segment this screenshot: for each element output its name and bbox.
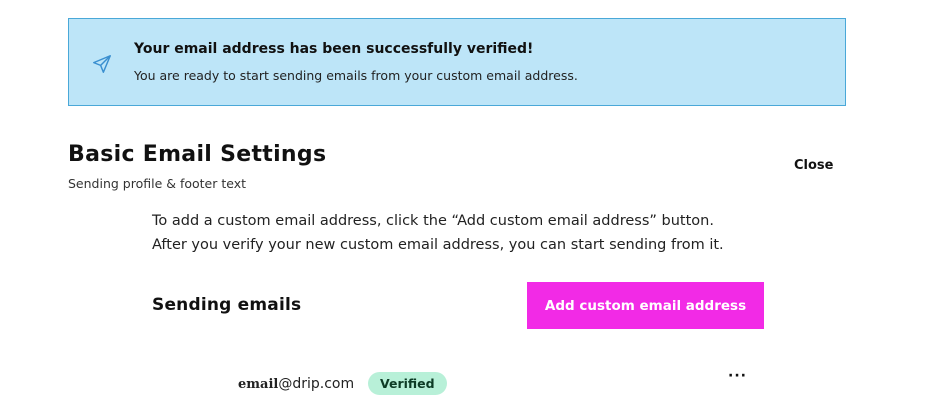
email-address: email@drip.com <box>238 376 354 392</box>
banner-message: You are ready to start sending emails fr… <box>134 68 578 83</box>
paper-plane-icon <box>91 53 113 75</box>
more-options-button[interactable]: ··· <box>728 368 747 384</box>
instructions-text: To add a custom email address, click the… <box>152 213 724 253</box>
close-button[interactable]: Close <box>790 156 837 175</box>
email-domain: @drip.com <box>278 376 355 392</box>
page-subtitle: Sending profile & footer text <box>68 176 247 191</box>
add-custom-email-button[interactable]: Add custom email address <box>527 282 764 329</box>
verification-success-banner: Your email address has been successfully… <box>68 18 846 106</box>
page-title: Basic Email Settings <box>68 142 327 167</box>
email-local-part: email <box>238 377 279 392</box>
banner-title: Your email address has been successfully… <box>134 41 534 57</box>
verified-status-badge: Verified <box>368 372 447 395</box>
sending-emails-heading: Sending emails <box>152 295 302 315</box>
